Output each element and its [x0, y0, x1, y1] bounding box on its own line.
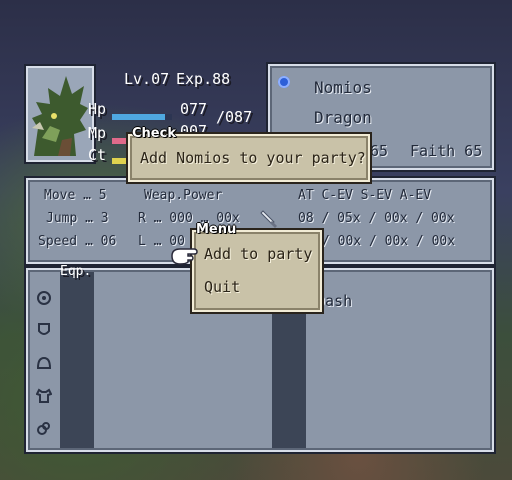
- weapon-slot-icon: [37, 291, 51, 305]
- equip-column-left: [60, 272, 94, 448]
- check-dialog: Add Nomios to your party?: [128, 134, 370, 182]
- hp-max: /087: [216, 108, 253, 126]
- mp-label: Mp: [88, 124, 107, 142]
- command-menu: Add to party Quit: [192, 230, 322, 312]
- armor-icon: [36, 388, 52, 403]
- move-stat: Move … 5: [44, 188, 107, 203]
- unit-name: Nomios: [314, 78, 372, 97]
- gem-icon: [278, 76, 290, 88]
- menu-item-quit[interactable]: Quit: [204, 278, 240, 296]
- evade-headers: AT C-EV S-EV A-EV: [298, 188, 432, 203]
- menu-item-add-to-party[interactable]: Add to party: [204, 245, 312, 263]
- unit-level: Lv.07: [124, 70, 170, 88]
- check-dialog-text: Add Nomios to your party?: [140, 149, 366, 167]
- ct-label: Ct: [88, 146, 107, 164]
- jump-stat: Jump … 3: [46, 211, 109, 226]
- hand-cursor-icon: [171, 248, 198, 265]
- unit-faith: Faith 65: [410, 142, 483, 160]
- hp-label: Hp: [88, 100, 107, 118]
- unit-brave: 65: [370, 142, 389, 160]
- sword-icon: [260, 210, 277, 228]
- check-dialog-tag: Check: [132, 126, 176, 141]
- unit-exp: Exp.88: [176, 70, 231, 88]
- accessory-icon: [37, 422, 50, 435]
- hp-bar: [112, 114, 172, 120]
- evade-row-2: / 00x / 00x / 00x: [322, 234, 456, 249]
- evade-row-1: 08 / 05x / 00x / 00x: [298, 211, 455, 226]
- unit-job: Dragon: [314, 108, 372, 127]
- hp-bar-fill: [112, 114, 165, 120]
- equip-header: Eqp.: [60, 264, 92, 279]
- hp-value: 077: [180, 100, 208, 118]
- weapon-power-label: Weap.Power: [144, 188, 223, 203]
- unit-portrait: [26, 66, 94, 162]
- speed-stat: Speed … 06: [38, 234, 117, 249]
- helmet-icon: [36, 356, 52, 369]
- dragon-portrait-icon: [32, 76, 88, 156]
- menu-tag: Menu: [196, 222, 237, 237]
- shield-slot-icon: [38, 323, 50, 335]
